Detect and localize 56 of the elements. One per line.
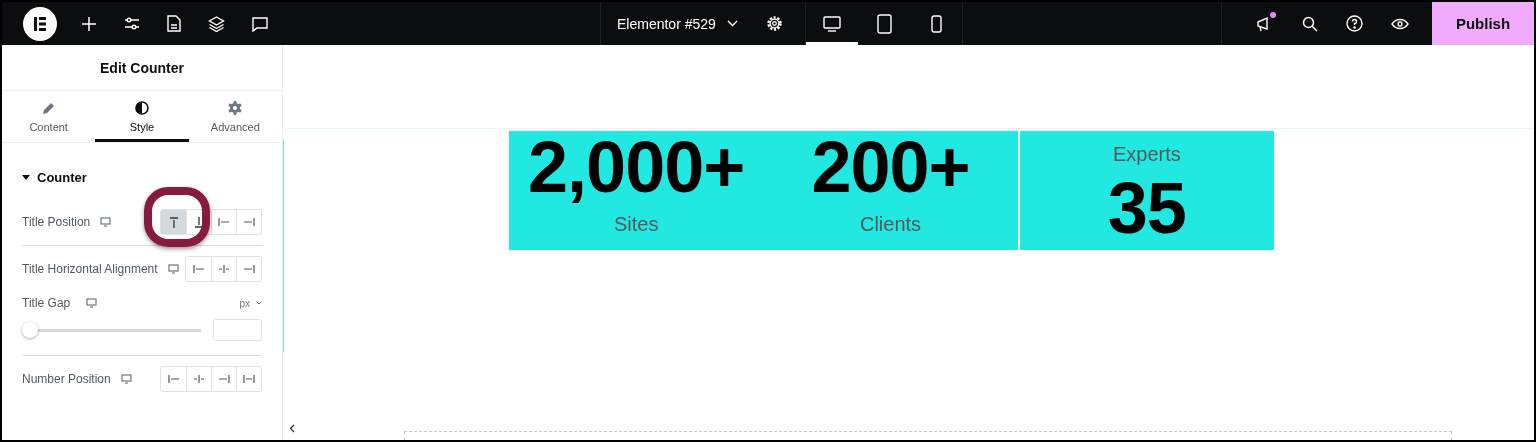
control-label: Title Gap [22,296,71,310]
number-input[interactable] [213,319,262,341]
control-label: Title Position [22,215,91,229]
search-icon[interactable] [1301,15,1318,32]
choice-button[interactable] [161,210,186,234]
align-end-icon [243,264,255,274]
desktop-icon[interactable] [167,264,179,274]
counter-number: 35 [1107,172,1186,244]
align-start-icon [192,264,205,274]
document-icon[interactable] [167,15,181,32]
counter-number: 200+ [811,131,970,203]
section-toggle[interactable]: Counter [22,143,87,199]
settings-icon[interactable] [766,15,783,32]
desktop-icon[interactable] [86,298,98,308]
logo-icon[interactable] [23,6,57,41]
layers-icon[interactable] [208,15,225,32]
contrast-icon [135,101,149,115]
desktop-icon[interactable] [120,374,132,384]
counter-title: Experts [1112,143,1181,166]
mobile-icon [930,14,942,33]
highlight-ring [144,187,210,247]
notification-dot [1270,11,1276,18]
align-start-icon [218,217,230,227]
document-title-menu[interactable]: Elementor #529 [617,15,716,32]
pencil-icon [41,101,56,115]
panel-title: Edit Counter [2,45,282,91]
chevron-left-icon [289,423,295,433]
counter-title: Sites [613,213,659,236]
align-start-icon [167,374,180,384]
counter-title: Clients [859,213,922,236]
desktop-icon [823,15,841,32]
gear-icon [228,101,243,115]
desktop-icon[interactable] [100,217,112,227]
align-center-icon [218,264,230,274]
stretch-icon [243,374,255,384]
eye-icon[interactable] [1390,17,1409,30]
panel-tab[interactable]: Advanced [188,91,282,142]
panel-tab[interactable]: Style [95,91,189,142]
align-end-icon [243,217,255,227]
slider-thumb[interactable] [22,322,38,338]
control-label: Number Position [22,372,111,386]
align-center-icon [193,374,205,384]
align-end-icon [218,374,230,384]
unit-select[interactable]: px [239,297,250,309]
sliders-icon[interactable] [124,15,140,32]
counter-number: 2,000+ [528,131,745,203]
comment-icon[interactable] [252,15,268,32]
whats-new-button[interactable] [1256,15,1273,32]
align-bottom-icon [194,216,204,228]
help-icon[interactable] [1346,15,1363,32]
add-icon[interactable] [81,15,97,32]
control-label: Title Horizontal Alignment [22,262,158,276]
tablet-icon [876,13,892,34]
publish-button[interactable]: Publish [1432,2,1534,45]
panel-tab[interactable]: Content [2,91,96,142]
align-top-icon [168,216,179,228]
